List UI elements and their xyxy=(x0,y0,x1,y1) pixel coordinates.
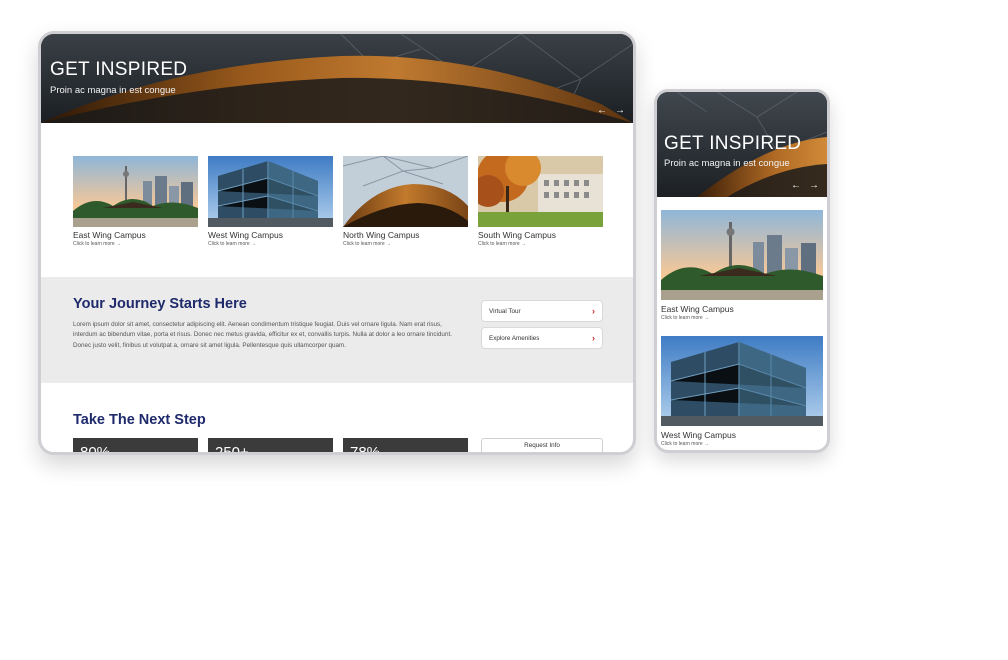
campus-name: East Wing Campus xyxy=(661,304,734,314)
stat-box: 80% xyxy=(73,438,198,452)
campus-grid: East Wing Campus Click to learn more → W… xyxy=(73,156,603,247)
arrow-right-icon[interactable]: → xyxy=(615,106,625,116)
request-info-button[interactable]: Request Info xyxy=(481,438,603,452)
campus-image-east[interactable] xyxy=(661,210,823,300)
campus-card-east[interactable]: East Wing Campus Click to learn more → xyxy=(661,210,823,321)
campus-image-east[interactable] xyxy=(73,156,198,227)
arrow-left-icon[interactable]: ← xyxy=(597,106,607,116)
campus-name: West Wing Campus xyxy=(661,430,736,440)
campus-name: East Wing Campus xyxy=(73,230,146,240)
journey-section: Your Journey Starts Here Lorem ipsum dol… xyxy=(41,277,633,383)
campus-image-north[interactable] xyxy=(343,156,468,227)
campus-link[interactable]: Click to learn more → xyxy=(73,241,198,247)
arrow-left-icon[interactable]: ← xyxy=(791,181,801,191)
phone-frame: GET INSPIRED Proin ac magna in est congu… xyxy=(654,89,830,453)
desktop-frame: GET INSPIRED Proin ac magna in est congu… xyxy=(38,31,636,455)
explore-amenities-label: Explore Amenities xyxy=(489,334,540,342)
next-step-title: Take The Next Step xyxy=(73,412,206,428)
explore-amenities-button[interactable]: Explore Amenities › xyxy=(481,327,603,349)
hero-arrows: ← → xyxy=(791,181,819,191)
campus-card-north[interactable]: North Wing Campus Click to learn more → xyxy=(343,156,468,247)
hero-banner-mobile: GET INSPIRED Proin ac magna in est congu… xyxy=(657,92,827,197)
campus-card-west[interactable]: West Wing Campus Click to learn more → xyxy=(661,336,823,447)
campus-name: West Wing Campus xyxy=(208,230,283,240)
chevron-right-icon: › xyxy=(592,333,595,343)
campus-link[interactable]: Click to learn more → xyxy=(661,315,823,321)
hero-title: GET INSPIRED xyxy=(50,59,188,80)
campus-name: North Wing Campus xyxy=(343,230,420,240)
virtual-tour-button[interactable]: Virtual Tour › xyxy=(481,300,603,322)
campus-link[interactable]: Click to learn more → xyxy=(478,241,603,247)
campus-image-south[interactable] xyxy=(478,156,603,227)
campus-name: South Wing Campus xyxy=(478,230,556,240)
campus-link[interactable]: Click to learn more → xyxy=(343,241,468,247)
hero-subtitle: Proin ac magna in est congue xyxy=(664,158,790,169)
stat-box: 78% xyxy=(343,438,468,452)
journey-body: Lorem ipsum dolor sit amet, consectetur … xyxy=(73,321,452,349)
chevron-right-icon: › xyxy=(592,306,595,316)
campus-card-south[interactable]: South Wing Campus Click to learn more → xyxy=(478,156,603,247)
virtual-tour-label: Virtual Tour xyxy=(489,307,521,315)
campus-image-west[interactable] xyxy=(208,156,333,227)
hero-title: GET INSPIRED xyxy=(664,133,802,154)
campus-card-west[interactable]: West Wing Campus Click to learn more → xyxy=(208,156,333,247)
journey-title: Your Journey Starts Here xyxy=(73,296,247,312)
campus-link[interactable]: Click to learn more → xyxy=(208,241,333,247)
hero-banner: GET INSPIRED Proin ac magna in est congu… xyxy=(41,34,633,123)
campus-card-east[interactable]: East Wing Campus Click to learn more → xyxy=(73,156,198,247)
campus-image-west[interactable] xyxy=(661,336,823,426)
stat-box: 250+ xyxy=(208,438,333,452)
hero-subtitle: Proin ac magna in est congue xyxy=(50,85,176,96)
campus-link[interactable]: Click to learn more → xyxy=(661,441,823,447)
arrow-right-icon[interactable]: → xyxy=(809,181,819,191)
hero-arrows: ← → xyxy=(597,106,625,116)
